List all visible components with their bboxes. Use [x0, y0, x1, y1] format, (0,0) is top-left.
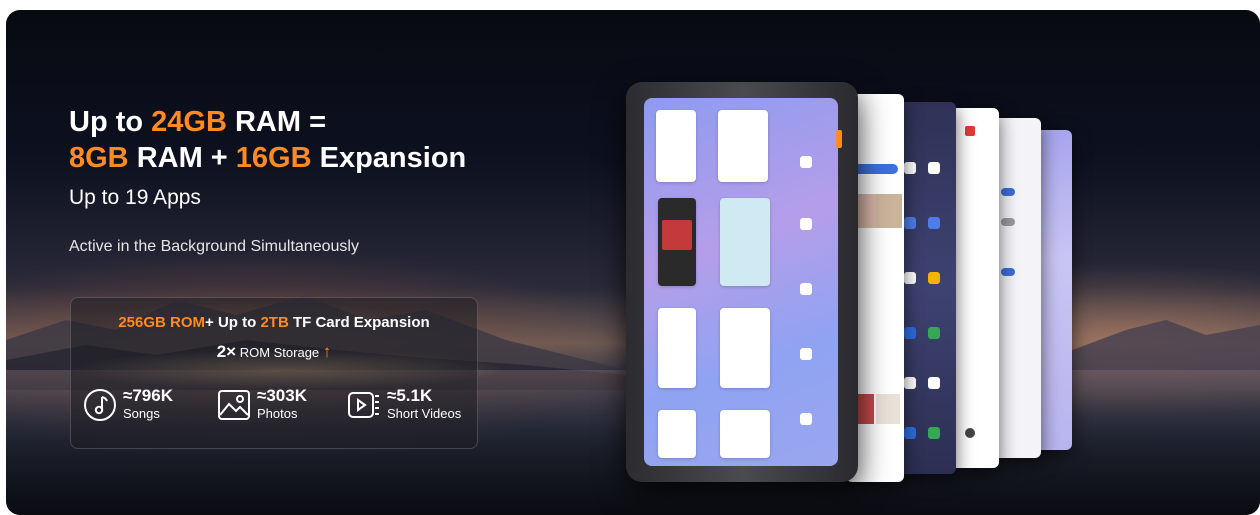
- recent-app-card: [658, 410, 696, 458]
- recent-app-card: [658, 198, 696, 286]
- recent-app-card: [658, 308, 696, 388]
- recent-app-card: [718, 110, 768, 182]
- app-icon: [800, 413, 812, 425]
- app-icon: [800, 283, 812, 295]
- recent-app-card: [656, 110, 696, 182]
- recent-app-card: [720, 198, 770, 286]
- recent-app-card: [720, 308, 770, 388]
- hero-banner: Up to 24GB RAM = 8GB RAM + 16GB Expansio…: [6, 10, 1260, 515]
- app-screen-4: [951, 108, 999, 468]
- app-icon: [800, 156, 812, 168]
- app-icon: [800, 218, 812, 230]
- app-icon: [800, 348, 812, 360]
- app-screens-illustration: [6, 10, 1260, 515]
- tablet-device: [626, 82, 858, 482]
- tablet-side-button: [836, 130, 842, 148]
- tablet-screen: [644, 98, 838, 466]
- recent-app-card: [720, 410, 770, 458]
